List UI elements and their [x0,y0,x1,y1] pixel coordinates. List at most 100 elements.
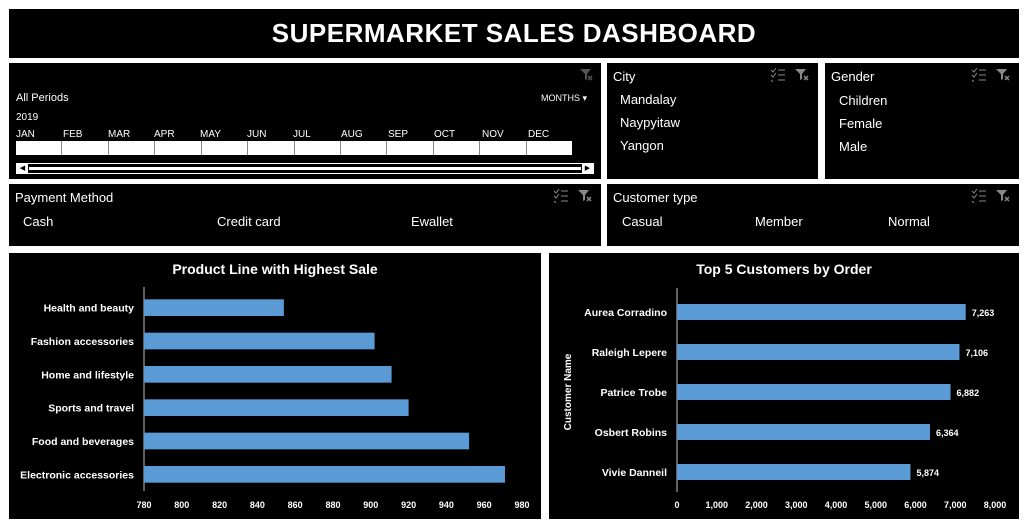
payment-method-slicer: Payment Method Cash Credit card Ewallet [9,184,601,246]
month-label: FEB [63,129,83,140]
data-label: 5,874 [916,468,939,478]
timeline-month-cell[interactable] [155,141,202,155]
bar [144,332,375,350]
multi-select-icon[interactable] [971,189,987,203]
customer-type-item-casual[interactable]: Casual [622,214,662,229]
x-tick-label: 960 [477,500,492,510]
timeline-month-cell[interactable] [434,141,481,155]
month-label: MAY [200,129,221,140]
bar [677,464,911,480]
timeline-level-dropdown[interactable]: MONTHS ▾ [541,93,587,104]
x-tick-label: 1,000 [705,500,728,510]
category-label: Fashion accessories [31,336,134,348]
timeline-month-cell[interactable] [16,141,63,155]
gender-slicer-title: Gender [831,69,875,84]
city-item-naypyitaw[interactable]: Naypyitaw [620,115,680,130]
month-label: APR [154,129,175,140]
clear-filter-icon[interactable] [995,68,1011,82]
gender-slicer: Gender Children Female Male [825,63,1019,179]
timeline-month-cell[interactable] [248,141,295,155]
timeline-bar[interactable] [16,141,572,155]
x-tick-label: 940 [439,500,454,510]
product-line-chart: Product Line with Highest Sale Health an… [9,253,541,519]
customer-type-slicer-icons [971,189,1011,203]
x-tick-label: 820 [212,500,227,510]
category-label: Health and beauty [44,303,135,315]
timeline-month-cell[interactable] [109,141,156,155]
gender-item-female[interactable]: Female [839,116,882,131]
top-customers-chart: Top 5 Customers by Order Aurea Corradino… [549,253,1019,519]
category-label: Vivie Danneil [602,467,667,479]
gender-item-male[interactable]: Male [839,139,867,154]
multi-select-icon[interactable] [553,189,569,203]
x-tick-label: 7,000 [944,500,967,510]
x-tick-label: 840 [250,500,265,510]
customer-type-item-member[interactable]: Member [755,214,803,229]
clear-filter-icon[interactable] [995,189,1011,203]
timeline-month-cell[interactable] [527,141,572,155]
bar [677,304,966,320]
gender-item-children[interactable]: Children [839,93,887,108]
city-slicer-icons [770,68,810,82]
city-item-mandalay[interactable]: Mandalay [620,92,676,107]
timeline-month-cell[interactable] [295,141,341,155]
clear-filter-icon[interactable] [579,68,593,82]
month-label: JUN [247,129,267,140]
city-item-yangon[interactable]: Yangon [620,138,664,153]
bar [677,384,951,400]
scroll-right-icon[interactable]: ▶ [582,164,593,173]
x-tick-label: 3,000 [785,500,808,510]
data-label: 7,263 [972,308,995,318]
city-slicer-title: City [613,69,636,84]
bar [144,366,392,383]
category-label: Home and lifestyle [41,369,134,381]
scrollbar-thumb[interactable] [29,167,581,170]
scroll-left-icon[interactable]: ◀ [17,164,28,173]
product-line-chart-svg: Health and beauty Fashion accessories Home… [20,287,530,510]
clear-filter-icon[interactable] [577,189,593,203]
month-label: OCT [434,129,456,140]
month-label: JAN [16,129,35,140]
timeline-period-label: All Periods [16,92,69,104]
category-label: Osbert Robins [595,427,668,439]
category-label: Food and beverages [32,436,134,448]
payment-item-credit-card[interactable]: Credit card [217,214,281,229]
payment-item-ewallet[interactable]: Ewallet [411,214,453,229]
timeline-scrollbar[interactable]: ◀ ▶ [16,163,594,174]
x-tick-label: 6,000 [904,500,927,510]
dashboard-header: SUPERMARKET SALES DASHBOARD [9,9,1019,58]
data-label: 6,364 [936,428,959,438]
multi-select-icon[interactable] [770,68,786,82]
top-customers-chart-svg: Aurea Corradino 7,263 Raleigh Lepere 7,106 P… [563,288,1007,510]
city-slicer: City Mandalay Naypyitaw Yangon [607,63,818,179]
data-label: 6,882 [957,388,980,398]
x-tick-label: 8,000 [984,500,1007,510]
timeline-year: 2019 [16,112,39,123]
timeline-month-cell[interactable] [202,141,249,155]
bar [677,344,960,360]
timeline-slicer: All Periods 2019 MONTHS ▾ JAN FEB MAR AP… [9,63,601,179]
gender-slicer-icons [971,68,1011,82]
timeline-month-cell[interactable] [387,141,434,155]
bar [144,399,409,416]
timeline-month-cell[interactable] [341,141,388,155]
x-tick-label: 2,000 [745,500,768,510]
x-tick-label: 920 [401,500,416,510]
x-tick-label: 980 [514,500,529,510]
category-label: Raleigh Lepere [592,347,667,359]
timeline-month-cell[interactable] [62,141,109,155]
month-label: SEP [388,129,409,140]
bar [677,424,930,440]
x-tick-label: 860 [288,500,303,510]
payment-item-cash[interactable]: Cash [23,214,53,229]
month-label: AUG [341,129,363,140]
month-label: NOV [482,129,504,140]
clear-filter-icon[interactable] [794,68,810,82]
payment-slicer-title: Payment Method [15,190,114,205]
customer-type-item-normal[interactable]: Normal [888,214,930,229]
timeline-month-cell[interactable] [480,141,527,155]
x-tick-label: 4,000 [825,500,848,510]
customer-type-slicer-title: Customer type [613,190,698,205]
multi-select-icon[interactable] [971,68,987,82]
x-tick-label: 800 [174,500,189,510]
